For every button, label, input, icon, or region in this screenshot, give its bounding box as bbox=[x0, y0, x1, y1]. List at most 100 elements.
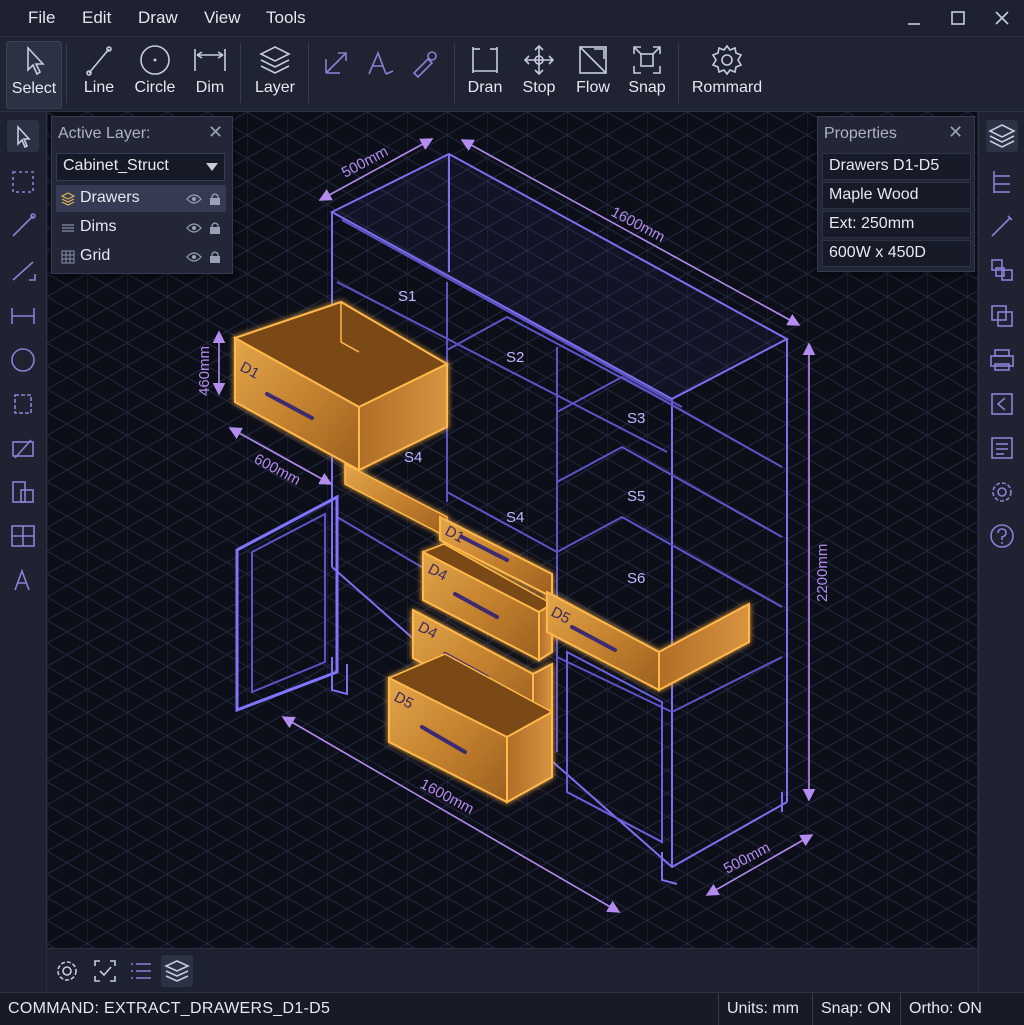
collapse-button[interactable] bbox=[986, 388, 1018, 420]
dimension-icon bbox=[194, 49, 226, 71]
units-status[interactable]: Units: mm bbox=[718, 993, 813, 1025]
shelf-label: S4 bbox=[404, 449, 422, 466]
dim-drawer-height: 460mm bbox=[196, 346, 213, 396]
circle-icon bbox=[140, 45, 170, 75]
layers-toggle-button[interactable] bbox=[161, 955, 193, 987]
menu-tools[interactable]: Tools bbox=[266, 8, 306, 28]
layer-row-grid[interactable]: Grid bbox=[56, 243, 226, 270]
marquee-select-icon bbox=[12, 171, 34, 193]
drawing-canvas[interactable]: 500mm 1600mm 460mm 600mm 2200mm 1600mm 5… bbox=[47, 112, 977, 948]
cursor-icon bbox=[17, 124, 31, 149]
snap-toggle-button[interactable] bbox=[89, 955, 121, 987]
menu-draw[interactable]: Draw bbox=[138, 8, 178, 28]
minimize-icon[interactable] bbox=[902, 6, 926, 30]
lock-icon[interactable] bbox=[209, 192, 221, 206]
layer-select-value: Cabinet_Struct bbox=[63, 157, 169, 174]
side-polyline-button[interactable] bbox=[7, 254, 39, 286]
text-angle-icon[interactable] bbox=[364, 47, 396, 79]
brush-icon bbox=[991, 215, 1013, 237]
side-select-button[interactable] bbox=[7, 120, 39, 152]
property-row[interactable]: Drawers D1-D5 bbox=[822, 153, 971, 180]
gear-icon bbox=[992, 482, 1012, 502]
menu-file[interactable]: File bbox=[28, 8, 55, 28]
side-circle-button[interactable] bbox=[7, 344, 39, 376]
rommard-tool-button[interactable]: Rommard bbox=[688, 41, 766, 107]
layer-select[interactable]: Cabinet_Struct bbox=[56, 153, 225, 181]
side-hatch-button[interactable] bbox=[7, 432, 39, 464]
stop-tool-button[interactable]: Stop bbox=[516, 41, 562, 107]
property-row[interactable]: 600W x 450D bbox=[822, 240, 971, 267]
stop-tool-label: Stop bbox=[522, 79, 556, 96]
side-rect-button[interactable] bbox=[7, 388, 39, 420]
close-icon[interactable]: ✕ bbox=[208, 122, 223, 143]
left-tool-strip bbox=[0, 112, 47, 992]
gear-icon bbox=[57, 961, 77, 981]
flow-tool-button[interactable]: Flow bbox=[570, 41, 616, 107]
line-tool-button[interactable]: Line bbox=[76, 41, 122, 107]
menu-view[interactable]: View bbox=[204, 8, 241, 28]
layer-name: Grid bbox=[80, 247, 111, 264]
command-line[interactable]: COMMAND: EXTRACT_DRAWERS_D1-D5 bbox=[8, 1000, 330, 1018]
settings-button[interactable] bbox=[986, 476, 1018, 508]
flow-tool-label: Flow bbox=[576, 79, 610, 96]
components-button[interactable] bbox=[986, 254, 1018, 286]
brush-button[interactable] bbox=[986, 210, 1018, 242]
canvas-bottom-bar bbox=[47, 948, 977, 993]
copy-button[interactable] bbox=[986, 300, 1018, 332]
layer-stack-icon bbox=[61, 192, 75, 206]
side-text-button[interactable] bbox=[7, 564, 39, 596]
ortho-status[interactable]: Ortho: ON bbox=[900, 993, 1024, 1025]
maximize-icon[interactable] bbox=[946, 6, 970, 30]
snap-status-text: Snap: ON bbox=[821, 1000, 892, 1017]
right-tool-strip bbox=[978, 112, 1024, 992]
eye-icon[interactable] bbox=[186, 251, 202, 263]
property-row[interactable]: Ext: 250mm bbox=[822, 211, 971, 238]
settings-button[interactable] bbox=[51, 955, 83, 987]
diagonal-arrow-icon[interactable] bbox=[320, 47, 352, 79]
side-line-button[interactable] bbox=[7, 210, 39, 242]
snap-status[interactable]: Snap: ON bbox=[812, 993, 901, 1025]
property-row[interactable]: Maple Wood bbox=[822, 182, 971, 209]
side-table-button[interactable] bbox=[7, 520, 39, 552]
copy-icon bbox=[991, 305, 1013, 327]
table-icon bbox=[11, 525, 35, 547]
dim-tool-label: Dim bbox=[195, 79, 225, 96]
shelf-label: S6 bbox=[627, 570, 645, 587]
close-icon[interactable] bbox=[990, 6, 1014, 30]
eye-icon[interactable] bbox=[186, 222, 202, 234]
text-icon bbox=[14, 568, 30, 591]
tree-panel-button[interactable] bbox=[986, 166, 1018, 198]
snap-check-icon bbox=[94, 960, 116, 982]
select-tool-label: Select bbox=[11, 80, 57, 97]
list-panel-button[interactable] bbox=[986, 432, 1018, 464]
lock-icon[interactable] bbox=[209, 221, 221, 235]
circle-tool-button[interactable]: Circle bbox=[128, 41, 182, 107]
side-block-button[interactable] bbox=[7, 476, 39, 508]
help-button[interactable] bbox=[986, 520, 1018, 552]
eye-icon[interactable] bbox=[186, 193, 202, 205]
dim-tool-button[interactable]: Dim bbox=[188, 41, 232, 107]
close-icon[interactable]: ✕ bbox=[948, 122, 963, 143]
pen-nib-icon[interactable] bbox=[408, 47, 440, 79]
layers-panel-button[interactable] bbox=[986, 120, 1018, 152]
layer-tool-button[interactable]: Layer bbox=[250, 41, 300, 107]
layer-row-drawers[interactable]: Drawers bbox=[56, 185, 226, 212]
print-button[interactable] bbox=[986, 344, 1018, 376]
line-tool-label: Line bbox=[83, 79, 115, 96]
select-tool-button[interactable]: Select bbox=[6, 41, 62, 109]
shelf-label: S4 bbox=[506, 509, 524, 526]
side-marquee-button[interactable] bbox=[7, 166, 39, 198]
components-icon bbox=[991, 259, 1013, 281]
dran-tool-button[interactable]: Dran bbox=[462, 41, 508, 107]
list-view-button[interactable] bbox=[125, 955, 157, 987]
snap-tool-button[interactable]: Snap bbox=[624, 41, 670, 107]
layers-icon bbox=[259, 46, 291, 74]
layer-row-dims[interactable]: Dims bbox=[56, 214, 226, 241]
toolbar-separator bbox=[678, 43, 679, 103]
side-dim-button[interactable] bbox=[7, 300, 39, 332]
menu-edit[interactable]: Edit bbox=[82, 8, 111, 28]
lock-icon[interactable] bbox=[209, 250, 221, 264]
list-icon bbox=[131, 963, 151, 979]
polyline-icon bbox=[12, 261, 36, 281]
menu-bar: File Edit Draw View Tools bbox=[0, 0, 1024, 37]
